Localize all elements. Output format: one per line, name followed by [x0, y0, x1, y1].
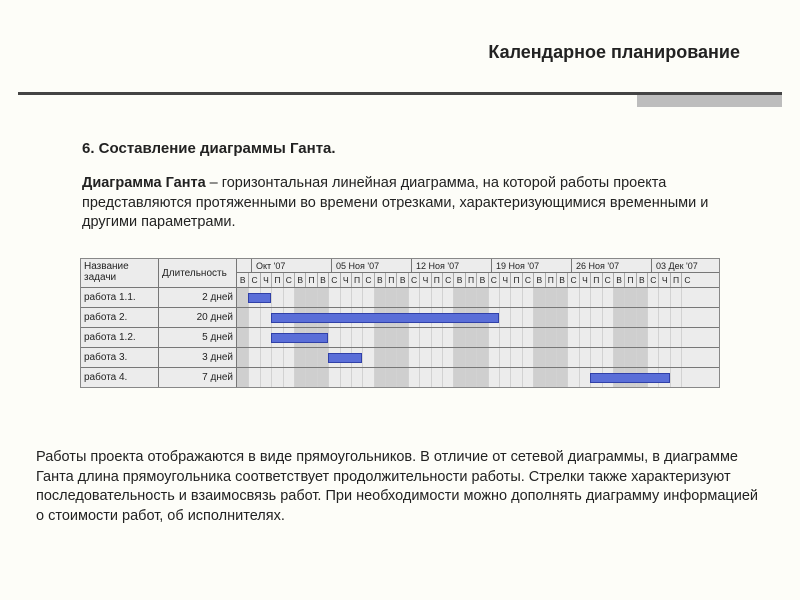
day-header: П — [431, 273, 442, 287]
term-bold: Диаграмма Ганта — [82, 175, 206, 191]
task-name: работа 1.1. — [81, 288, 159, 307]
section-heading: 6. Составление диаграммы Ганта. — [82, 140, 336, 157]
day-header: П — [670, 273, 681, 287]
week-header — [237, 259, 251, 272]
day-header: С — [602, 273, 613, 287]
day-header: П — [590, 273, 601, 287]
day-header: С — [442, 273, 453, 287]
day-header: В — [613, 273, 624, 287]
day-header: П — [351, 273, 362, 287]
week-header: 05 Ноя '07 — [331, 259, 411, 272]
day-header: С — [248, 273, 259, 287]
day-header: С — [408, 273, 419, 287]
day-header: Ч — [260, 273, 271, 287]
day-header: В — [556, 273, 567, 287]
gantt-bar-cell — [237, 368, 719, 387]
day-header: В — [453, 273, 464, 287]
day-header: В — [476, 273, 487, 287]
divider-accent — [637, 95, 782, 107]
week-header: 12 Ноя '07 — [411, 259, 491, 272]
day-header: П — [545, 273, 556, 287]
day-header: С — [362, 273, 373, 287]
week-header: 03 Дек '07 — [651, 259, 719, 272]
day-header: Ч — [658, 273, 669, 287]
gantt-bar — [328, 353, 362, 363]
task-duration: 7 дней — [159, 368, 237, 387]
gantt-bar-cell — [237, 288, 719, 307]
task-name: работа 3. — [81, 348, 159, 367]
gantt-bar — [248, 293, 271, 303]
day-header: П — [624, 273, 635, 287]
day-header: С — [647, 273, 658, 287]
definition-paragraph: Диаграмма Ганта – горизонтальная линейна… — [82, 174, 730, 233]
gantt-row: работа 1.2. 5 дней — [81, 327, 719, 347]
gantt-bar-cell — [237, 348, 719, 367]
day-header: В — [374, 273, 385, 287]
gantt-day-band: ВСЧПСВПВСЧПСВПВСЧПСВПВСЧПСВПВСЧПСВПВСЧПС — [237, 273, 719, 287]
week-header: 26 Ноя '07 — [571, 259, 651, 272]
day-header: П — [465, 273, 476, 287]
day-header: В — [317, 273, 328, 287]
col-header-name: Название задачи — [81, 259, 159, 287]
day-header: Ч — [579, 273, 590, 287]
week-header: Окт '07 — [251, 259, 331, 272]
task-duration: 2 дней — [159, 288, 237, 307]
task-duration: 20 дней — [159, 308, 237, 327]
gantt-bar — [271, 313, 499, 323]
gantt-bar-cell — [237, 328, 719, 347]
day-header: В — [533, 273, 544, 287]
day-header: В — [237, 273, 248, 287]
task-name: работа 1.2. — [81, 328, 159, 347]
gantt-timeline-header: Окт '0705 Ноя '0712 Ноя '0719 Ноя '0726 … — [237, 259, 719, 287]
day-header: В — [396, 273, 407, 287]
gantt-row: работа 1.1. 2 дней — [81, 287, 719, 307]
task-name: работа 4. — [81, 368, 159, 387]
gantt-chart: Название задачи Длительность Окт '0705 Н… — [80, 258, 720, 388]
day-header: П — [385, 273, 396, 287]
day-header: Ч — [499, 273, 510, 287]
day-header: С — [488, 273, 499, 287]
day-header: В — [636, 273, 647, 287]
week-header: 19 Ноя '07 — [491, 259, 571, 272]
gantt-bar — [271, 333, 328, 343]
col-header-duration: Длительность — [159, 259, 237, 287]
task-duration: 3 дней — [159, 348, 237, 367]
day-header: С — [522, 273, 533, 287]
day-header: Ч — [419, 273, 430, 287]
day-header: П — [305, 273, 316, 287]
day-header: П — [271, 273, 282, 287]
day-header: Ч — [340, 273, 351, 287]
gantt-bar — [590, 373, 670, 383]
task-duration: 5 дней — [159, 328, 237, 347]
day-header: С — [283, 273, 294, 287]
gantt-bar-cell — [237, 308, 719, 327]
day-header: В — [294, 273, 305, 287]
gantt-row: работа 4. 7 дней — [81, 367, 719, 387]
day-header: П — [510, 273, 521, 287]
explanation-paragraph: Работы проекта отображаются в виде прямо… — [36, 448, 764, 526]
gantt-row: работа 2. 20 дней — [81, 307, 719, 327]
day-header: С — [567, 273, 578, 287]
gantt-week-band: Окт '0705 Ноя '0712 Ноя '0719 Ноя '0726 … — [237, 259, 719, 273]
gantt-row: работа 3. 3 дней — [81, 347, 719, 367]
task-name: работа 2. — [81, 308, 159, 327]
day-header: С — [681, 273, 692, 287]
day-header: С — [328, 273, 339, 287]
page-title: Календарное планирование — [488, 42, 740, 63]
